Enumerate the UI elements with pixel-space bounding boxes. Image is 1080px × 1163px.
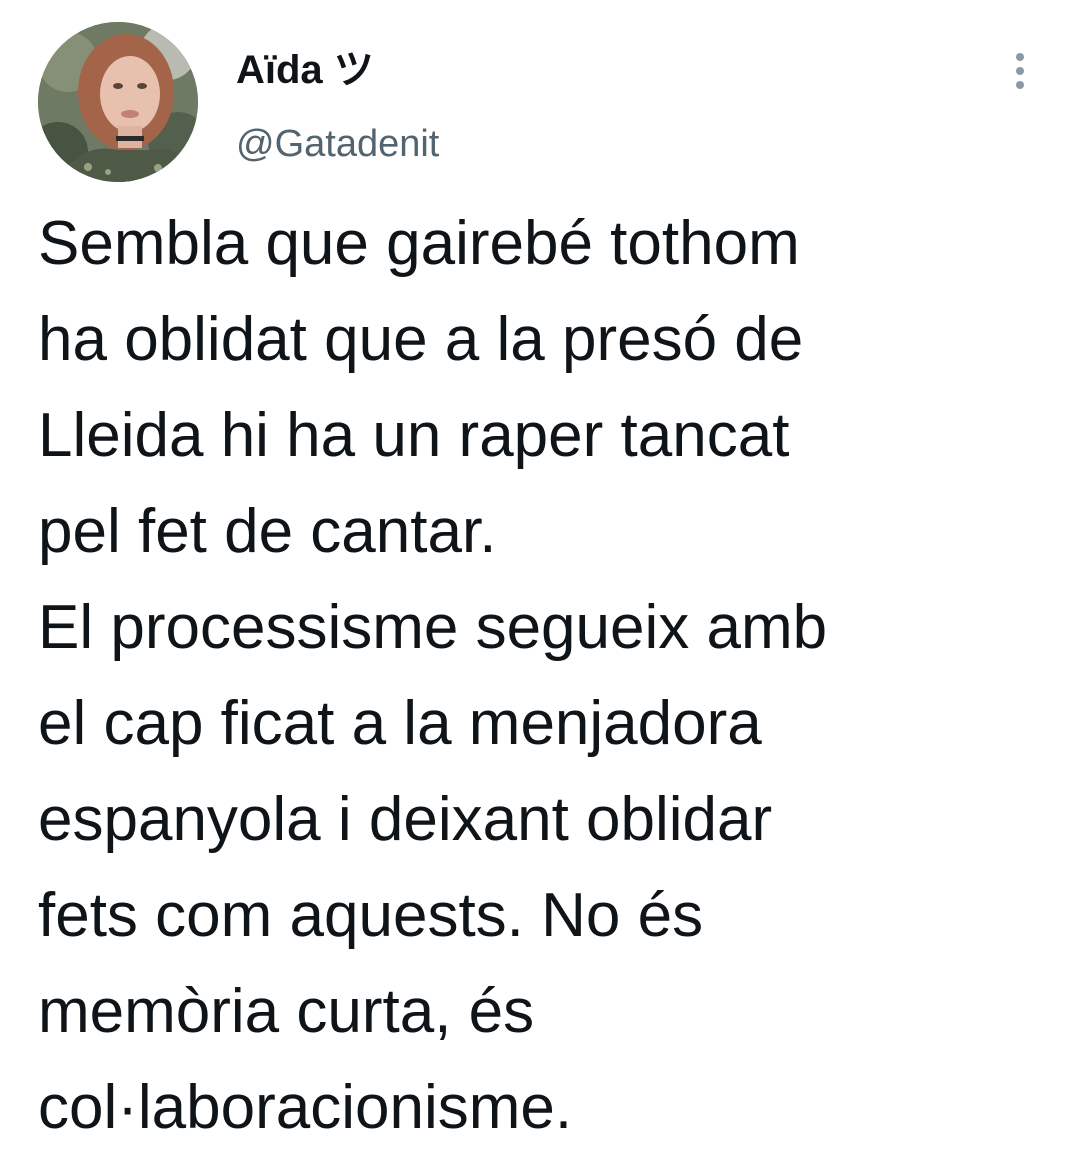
tweet-text-line: ha oblidat que a la presó de [38, 305, 804, 374]
more-dot [1016, 67, 1024, 75]
author-display-name[interactable]: Aïda ツ [236, 40, 374, 100]
tweet-text-line: Lleida hi ha un raper tancat [38, 401, 790, 470]
tweet-card: Aïda ツ @Gatadenit Sembla que gairebé tot… [0, 0, 1080, 1163]
more-options-icon[interactable] [1000, 46, 1040, 96]
author-handle[interactable]: @Gatadenit [236, 116, 439, 172]
tweet-text-line: Sembla que gairebé tothom [38, 209, 800, 278]
tweet-text-line: pel fet de cantar. [38, 497, 497, 566]
tweet-text: Sembla que gairebé tothom ha oblidat que… [38, 196, 1048, 1156]
tweet-text-line: col·laboracionisme. [38, 1073, 573, 1142]
avatar-photo-icon [38, 22, 198, 182]
more-dot [1016, 53, 1024, 61]
tweet-text-line: el cap ficat a la menjadora [38, 689, 762, 758]
tweet-text-line: fets com aquests. No és [38, 881, 704, 950]
author-avatar[interactable] [38, 22, 198, 182]
tweet-text-line: memòria curta, és [38, 977, 535, 1046]
tweet-text-line: espanyola i deixant oblidar [38, 785, 773, 854]
more-dot [1016, 81, 1024, 89]
tweet-text-line: El processisme segueix amb [38, 593, 828, 662]
